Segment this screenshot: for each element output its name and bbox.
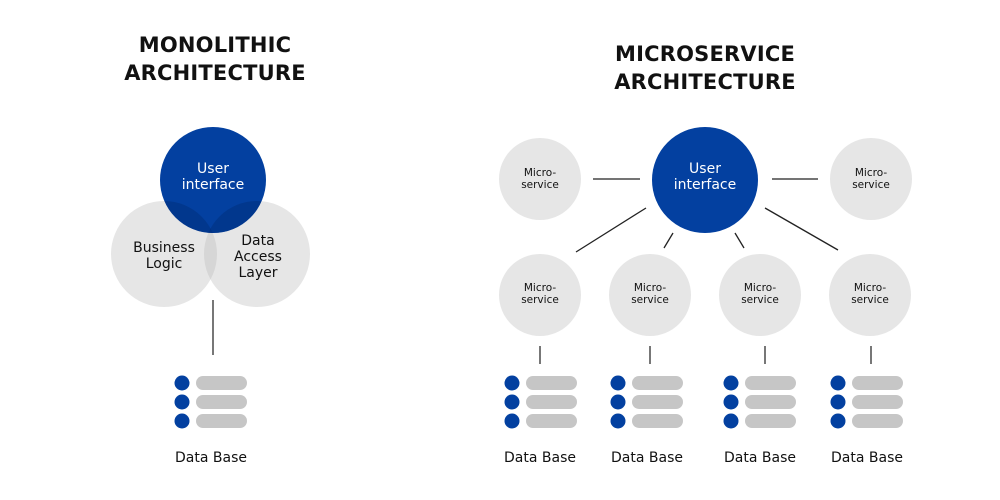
database-row-bar: [632, 414, 683, 428]
microservice-label-bottom-3: Micro- service: [741, 282, 779, 306]
microservice-db-label-4: Data Base: [831, 450, 903, 466]
database-row-dot: [174, 394, 190, 410]
database-row-dot: [830, 394, 846, 410]
connector-ui-to-service-bottom-4: [764, 207, 839, 251]
dal-line1: Data: [241, 232, 275, 249]
connector-ui-to-service-bottom-3: [734, 232, 745, 249]
database-row-bar: [196, 395, 247, 409]
database-icons: [174, 375, 903, 429]
microservice-db-connectors: [539, 346, 872, 364]
connector-ui-to-service-bottom-2: [663, 232, 674, 249]
microservice-label-line2: service: [852, 179, 890, 191]
database-row-dot: [174, 375, 190, 391]
database-row-dot: [610, 413, 626, 429]
database-row-bar: [852, 395, 903, 409]
database-row-dot: [504, 394, 520, 410]
monolithic-ui-label: User interface: [182, 161, 244, 193]
database-row-bar: [526, 395, 577, 409]
data-access-layer-label: Data Access Layer: [234, 233, 282, 281]
microservice-label-bottom-2: Micro- service: [631, 282, 669, 306]
microservice-ui-label: User interface: [674, 161, 736, 193]
microservice-label-line1: Micro-: [743, 281, 777, 294]
database-icon: [504, 375, 577, 429]
database-row-dot: [830, 375, 846, 391]
microservice-label-line2: service: [741, 294, 779, 306]
microservice-label-line2: service: [521, 179, 559, 191]
ui-label-line1: User: [689, 160, 721, 177]
ui-label-line2: interface: [673, 177, 737, 193]
database-row-dot: [174, 413, 190, 429]
database-row-bar: [852, 376, 903, 390]
ui-label-line2: interface: [181, 177, 245, 193]
microservice-nodes: [499, 127, 912, 336]
microservice-label-line2: service: [631, 294, 669, 306]
microservice-label-line2: service: [521, 294, 559, 306]
microservice-label-top-right: Micro- service: [852, 167, 890, 191]
microservice-db-label-3: Data Base: [724, 450, 796, 466]
database-row-bar: [745, 395, 796, 409]
database-row-bar: [745, 414, 796, 428]
database-row-bar: [852, 414, 903, 428]
microservice-label-line1: Micro-: [854, 166, 888, 179]
database-row-dot: [723, 413, 739, 429]
monolithic-db-label: Data Base: [175, 450, 247, 466]
dal-line2: Access: [234, 248, 282, 265]
database-row-dot: [610, 375, 626, 391]
microservice-label-bottom-1: Micro- service: [521, 282, 559, 306]
microservice-label-line1: Micro-: [523, 166, 557, 179]
database-row-dot: [830, 413, 846, 429]
database-row-dot: [504, 375, 520, 391]
database-icon: [723, 375, 796, 429]
microservice-db-label-1: Data Base: [504, 450, 576, 466]
database-row-dot: [723, 375, 739, 391]
database-icon: [174, 375, 247, 429]
microservice-label-line2: service: [851, 294, 889, 306]
microservice-label-line1: Micro-: [633, 281, 667, 294]
dal-line3: Layer: [238, 265, 278, 282]
ui-label-line1: User: [197, 160, 229, 177]
database-row-dot: [504, 413, 520, 429]
database-row-dot: [723, 394, 739, 410]
database-row-bar: [196, 414, 247, 428]
database-icon: [830, 375, 903, 429]
microservice-label-line1: Micro-: [523, 281, 557, 294]
microservice-label-top-left: Micro- service: [521, 167, 559, 191]
microservice-label-bottom-4: Micro- service: [851, 282, 889, 306]
microservice-db-label-2: Data Base: [611, 450, 683, 466]
database-row-bar: [526, 414, 577, 428]
database-row-bar: [526, 376, 577, 390]
business-logic-line2: Logic: [145, 256, 183, 272]
database-row-dot: [610, 394, 626, 410]
business-logic-line1: Business: [133, 239, 195, 256]
connector-ui-to-service-bottom-1: [575, 207, 647, 253]
database-row-bar: [632, 395, 683, 409]
microservice-label-line1: Micro-: [853, 281, 887, 294]
database-row-bar: [196, 376, 247, 390]
database-row-bar: [745, 376, 796, 390]
database-icon: [610, 375, 683, 429]
business-logic-label: Business Logic: [133, 240, 195, 272]
database-row-bar: [632, 376, 683, 390]
